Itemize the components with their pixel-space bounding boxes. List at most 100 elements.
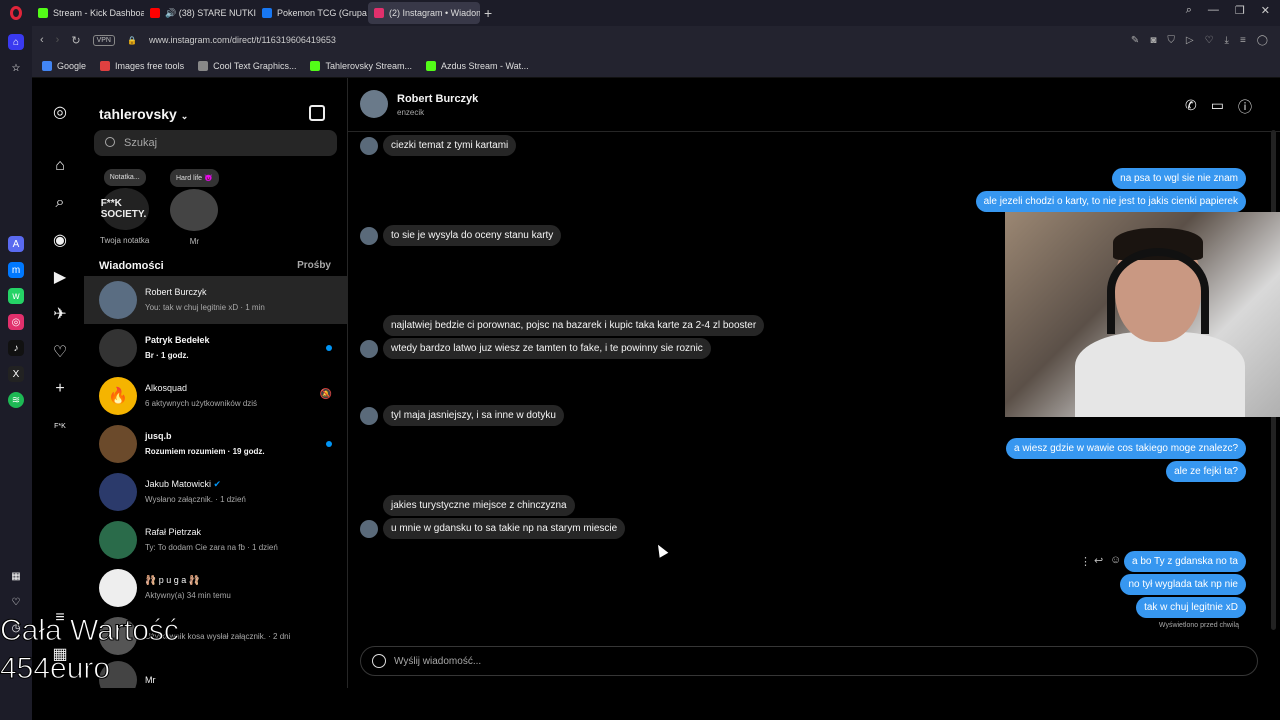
- bookmark-images[interactable]: Images free tools: [100, 60, 184, 71]
- search-input[interactable]: Szukaj: [94, 130, 337, 156]
- bookmark-azdus[interactable]: Azdus Stream - Wat...: [425, 60, 529, 71]
- search-icon[interactable]: ⌕: [50, 193, 70, 213]
- message-input[interactable]: Wyślij wiadomość...: [360, 646, 1258, 676]
- verified-badge-icon: ✔: [213, 479, 222, 489]
- message-bubble[interactable]: tak w chuj legitnie xD: [1136, 597, 1246, 618]
- kick-icon: [38, 8, 48, 18]
- conversation-item[interactable]: Jakub Matowicki ✔ Wysłano załącznik. · 1 …: [84, 468, 347, 516]
- conversation-item[interactable]: 🔥 Alkosquad 6 aktywnych użytkowników dziś 🔕: [84, 372, 347, 420]
- tiktok-icon[interactable]: ♪: [8, 340, 24, 356]
- conversation-item[interactable]: Mr: [84, 656, 347, 688]
- note-own[interactable]: Notatka... F**K SOCIETY. Twoja notatka: [100, 169, 149, 245]
- bookmark-cooltext[interactable]: Cool Text Graphics...: [198, 60, 296, 71]
- react-emoji-icon[interactable]: ☺: [1110, 554, 1121, 566]
- search-tabs-icon[interactable]: ⌕: [1186, 4, 1192, 17]
- conversation-item[interactable]: Patryk Bedełek Br · 1 godz.: [84, 324, 347, 372]
- phone-icon[interactable]: ✆: [1185, 97, 1197, 117]
- message-bubble[interactable]: a wiesz gdzie w wawie cos takiego moge z…: [1006, 438, 1246, 459]
- heart-icon[interactable]: ♡: [1205, 35, 1214, 46]
- bookmark-tahlerovsky[interactable]: Tahlerovsky Stream...: [310, 60, 412, 71]
- kick-icon: [310, 60, 321, 71]
- x-icon[interactable]: X: [8, 366, 24, 382]
- note-mr[interactable]: Hard life 😈 Mr: [170, 169, 219, 246]
- messenger-icon[interactable]: m: [8, 262, 24, 278]
- account-switcher[interactable]: tahlerovsky ⌄: [99, 106, 188, 122]
- tab-facebook[interactable]: Pokemon TCG (Grupa han: [256, 2, 368, 24]
- bookmarks-bar: Google Images free tools Cool Text Graph…: [32, 54, 1280, 78]
- minimize-icon[interactable]: —: [1208, 4, 1219, 17]
- profile-avatar[interactable]: F*K: [50, 416, 70, 436]
- explore-icon[interactable]: ◉: [50, 230, 70, 250]
- star-icon[interactable]: ☆: [8, 60, 24, 76]
- video-call-icon[interactable]: ▭: [1211, 97, 1224, 117]
- menu-icon[interactable]: ≡: [1240, 35, 1246, 46]
- chat-actions: ✆ ▭ ⓘ: [1185, 97, 1252, 117]
- reels-icon[interactable]: ▶: [50, 267, 70, 287]
- close-icon[interactable]: ✕: [1261, 4, 1270, 17]
- aria-icon[interactable]: A: [8, 236, 24, 252]
- message-bubble[interactable]: ciezki temat z tymi kartami: [383, 135, 517, 156]
- message-bubble[interactable]: a bo Ty z gdanska no ta: [1123, 551, 1246, 572]
- home-icon[interactable]: ⌂: [50, 156, 70, 176]
- opera-logo-icon[interactable]: [0, 0, 32, 26]
- account-icon[interactable]: ◯: [1257, 35, 1268, 46]
- emoji-icon[interactable]: [372, 654, 386, 668]
- whatsapp-icon[interactable]: w: [8, 288, 24, 304]
- apps-icon[interactable]: ▦: [8, 568, 24, 584]
- requests-link[interactable]: Prośby: [297, 260, 331, 271]
- reload-icon[interactable]: ↻: [71, 34, 80, 47]
- message-bubble[interactable]: ale jezeli chodzi o karty, to nie jest t…: [975, 191, 1246, 212]
- message-bubble[interactable]: u mnie w gdansku to sa takie np na stary…: [383, 518, 626, 539]
- tab-instagram[interactable]: (2) Instagram • Wiadomoś: [368, 2, 480, 24]
- message-bubble[interactable]: na psa to wgl sie nie znam: [1112, 168, 1246, 189]
- spotify-icon[interactable]: ≋: [8, 392, 24, 408]
- chat-name[interactable]: Robert Burczyk: [397, 93, 478, 105]
- home-icon[interactable]: ⌂: [8, 34, 24, 50]
- more-options-icon[interactable]: ⋮: [1080, 555, 1091, 568]
- message-bubble[interactable]: no tył wyglada tak np nie: [1120, 574, 1246, 595]
- shield-icon[interactable]: ⛉: [1167, 35, 1175, 46]
- conversation-item[interactable]: Robert Burczyk You: tak w chuj legitnie x…: [84, 276, 347, 324]
- new-message-icon[interactable]: [309, 105, 325, 121]
- vpn-badge[interactable]: VPN: [92, 34, 115, 46]
- back-icon[interactable]: ‹: [40, 34, 44, 46]
- message-bubble[interactable]: ale ze fejki ta?: [1166, 461, 1246, 482]
- conversation-item[interactable]: jusq.b Rozumiem rozumiem · 19 godz.: [84, 420, 347, 468]
- instagram-icon: [374, 8, 384, 18]
- message-bubble[interactable]: wtedy bardzo latwo juz wiesz ze tamten t…: [383, 338, 711, 359]
- message-bubble[interactable]: tyl maja jasniejszy, i sa inne w dotyku: [383, 405, 564, 426]
- message-bubble[interactable]: jakies turystyczne miejsce z chinczyzna: [383, 495, 575, 516]
- unread-dot: [326, 441, 332, 447]
- reply-icon[interactable]: ↩: [1094, 554, 1103, 567]
- message-bubble[interactable]: najlatwiej bedzie ci porownac, pojsc na …: [383, 315, 765, 336]
- edit-icon[interactable]: ✎: [1131, 35, 1139, 46]
- tab-youtube[interactable]: 🔊 (38) STARE NUTKI W R: [144, 2, 256, 24]
- create-icon[interactable]: +: [50, 379, 70, 399]
- instagram-nav: ◎ ⌂ ⌕ ◉ ▶ ✈ ♡ + F*K ≡ ▦: [38, 78, 84, 688]
- url-field[interactable]: www.instagram.com/direct/t/1163196064196…: [149, 35, 336, 45]
- notifications-icon[interactable]: ♡: [50, 342, 70, 362]
- message-bubble[interactable]: to sie je wysyla do oceny stanu karty: [383, 225, 562, 246]
- info-icon[interactable]: ⓘ: [1238, 97, 1252, 117]
- conversation-item[interactable]: Rafał Pietrzak Ty: To dodam Cie zara na f…: [84, 516, 347, 564]
- webcam-overlay: [1005, 212, 1280, 417]
- bookmark-google[interactable]: Google: [42, 60, 86, 71]
- play-icon[interactable]: ▷: [1186, 35, 1194, 46]
- messages-icon[interactable]: ✈: [50, 304, 70, 324]
- muted-bell-icon: 🔕: [319, 389, 332, 400]
- conversation-item[interactable]: 🩰 p u g a 🩰 Aktywny(a) 34 min temu: [84, 564, 347, 612]
- instagram-logo-icon[interactable]: ◎: [50, 102, 70, 122]
- browser-tab-bar: Stream - Kick Dashboard 🔊 (38) STARE NUT…: [0, 0, 1280, 26]
- new-tab-icon[interactable]: +: [484, 5, 492, 21]
- camera-icon[interactable]: ◙: [1150, 35, 1156, 46]
- heart-icon[interactable]: ♡: [8, 594, 24, 610]
- tab-kick[interactable]: Stream - Kick Dashboard: [32, 2, 144, 24]
- download-icon[interactable]: ⤓: [1225, 35, 1229, 46]
- chevron-down-icon: ⌄: [180, 111, 189, 121]
- youtube-icon: [150, 8, 160, 18]
- avatar: [360, 137, 378, 155]
- forward-icon[interactable]: ›: [56, 34, 60, 46]
- instagram-icon[interactable]: ◎: [8, 314, 24, 330]
- maximize-icon[interactable]: ❐: [1235, 4, 1245, 17]
- chat-avatar[interactable]: [360, 90, 388, 118]
